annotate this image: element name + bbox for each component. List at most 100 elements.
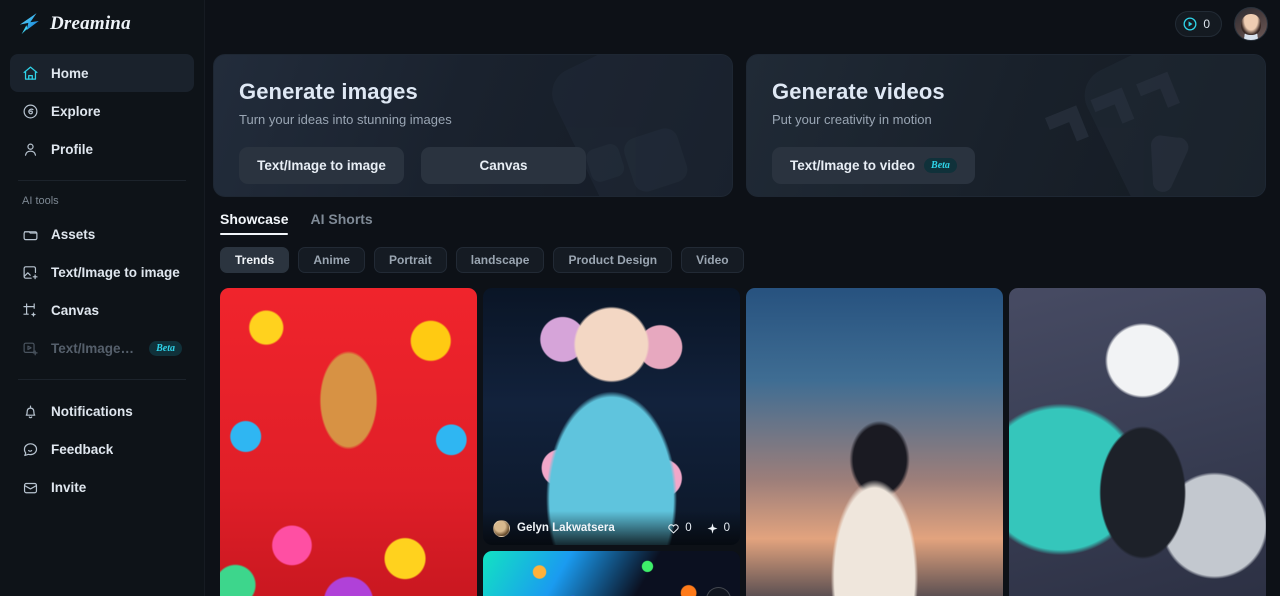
person-icon <box>22 141 39 158</box>
text-image-to-image-button[interactable]: Text/Image to image <box>239 147 404 184</box>
sidebar-item-feedback[interactable]: Feedback <box>10 430 194 468</box>
tab-label: Showcase <box>220 211 289 227</box>
brand-name: Dreamina <box>50 13 131 34</box>
chip-trends[interactable]: Trends <box>220 247 290 273</box>
chip-label: Portrait <box>389 253 432 267</box>
tab-ai-shorts[interactable]: AI Shorts <box>310 211 372 235</box>
author-name: Gelyn Lakwatsera <box>517 522 615 534</box>
sidebar-item-explore[interactable]: Explore <box>10 92 194 130</box>
sidebar-item-text-image-to-video[interactable]: Text/Image t... Beta <box>10 329 194 367</box>
app-root: Dreamina Home Explore Profile AI tools A… <box>0 0 1280 596</box>
gallery-column: Gelyn Lakwatsera 0 0 <box>483 288 740 596</box>
sidebar-item-label: Canvas <box>51 302 100 318</box>
sparkle-icon <box>707 522 718 534</box>
chip-label: Video <box>696 253 729 267</box>
chip-label: Product Design <box>568 253 658 267</box>
hero-subtitle: Put your creativity in motion <box>772 112 932 127</box>
sidebar-item-label: Text/Image to image <box>51 264 180 280</box>
image-plus-icon <box>22 264 39 281</box>
sidebar-item-profile[interactable]: Profile <box>10 130 194 168</box>
sidebar-item-invite[interactable]: Invite <box>10 468 194 506</box>
heart-icon <box>668 523 679 533</box>
sidebar-tools-nav: Assets Text/Image to image Canvas Text/I… <box>10 215 194 367</box>
hero-title: Generate images <box>239 79 418 104</box>
gallery-column <box>220 288 477 596</box>
like-count: 0 <box>685 522 692 534</box>
chip-label: Anime <box>313 253 351 267</box>
beta-badge: Beta <box>924 158 957 173</box>
tab-showcase[interactable]: Showcase <box>220 211 289 235</box>
gallery-column <box>746 288 1003 596</box>
avatar[interactable] <box>1234 7 1268 41</box>
gallery-card[interactable] <box>483 551 740 596</box>
sidebar-item-label: Home <box>51 65 89 81</box>
credit-coin-icon <box>1183 17 1197 31</box>
hero-cards: Generate images Turn your ideas into stu… <box>213 48 1266 197</box>
tab-label: AI Shorts <box>310 211 373 227</box>
card-stats: 0 0 <box>667 522 730 535</box>
chip-label: landscape <box>470 253 530 267</box>
content-scroll: Generate images Turn your ideas into stu… <box>205 0 1280 596</box>
canvas-frame-icon <box>22 302 39 319</box>
chip-video[interactable]: Video <box>681 247 744 273</box>
sidebar-item-text-image-to-image[interactable]: Text/Image to image <box>10 253 194 291</box>
gallery-card[interactable] <box>746 288 1003 596</box>
chip-landscape[interactable]: landscape <box>455 247 545 273</box>
gallery-card[interactable] <box>220 288 477 596</box>
button-label: Text/Image to image <box>257 158 386 173</box>
chip-anime[interactable]: Anime <box>298 247 366 273</box>
sidebar-item-label: Assets <box>51 226 96 242</box>
sidebar-primary-nav: Home Explore Profile <box>10 54 194 168</box>
filter-chips: Trends Anime Portrait landscape Product … <box>213 235 1266 273</box>
sidebar-item-label: Feedback <box>51 441 114 457</box>
sidebar-item-home[interactable]: Home <box>10 54 194 92</box>
sidebar-item-label: Text/Image t... <box>51 340 138 356</box>
sidebar-item-label: Profile <box>51 141 94 157</box>
sidebar-item-assets[interactable]: Assets <box>10 215 194 253</box>
sidebar-item-label: Explore <box>51 103 101 119</box>
gallery-card[interactable]: Gelyn Lakwatsera 0 0 <box>483 288 740 545</box>
bell-icon <box>22 403 39 420</box>
text-image-to-video-button[interactable]: Text/Image to video Beta <box>772 147 975 184</box>
play-badge[interactable] <box>706 587 731 596</box>
canvas-button[interactable]: Canvas <box>421 147 586 184</box>
sidebar-divider-bottom <box>18 379 186 380</box>
sidebar: Dreamina Home Explore Profile AI tools A… <box>0 0 205 596</box>
top-header: 0 <box>1175 0 1280 48</box>
hero-title: Generate videos <box>772 79 945 104</box>
generate-videos-card: Generate videos Put your creativity in m… <box>746 54 1266 197</box>
sidebar-item-canvas[interactable]: Canvas <box>10 291 194 329</box>
home-icon <box>22 65 39 82</box>
showcase-tabs: Showcase AI Shorts <box>213 197 1266 235</box>
author-avatar[interactable] <box>493 519 510 537</box>
beta-badge: Beta <box>149 340 182 356</box>
credits-badge[interactable]: 0 <box>1175 11 1222 37</box>
main-content: 0 Generate images Turn your ideas into s… <box>205 0 1280 596</box>
star-count: 0 <box>723 522 730 534</box>
chip-product-design[interactable]: Product Design <box>553 247 673 273</box>
sidebar-divider-top <box>18 180 186 181</box>
sidebar-item-notifications[interactable]: Notifications <box>10 392 194 430</box>
hero-buttons: Text/Image to video Beta <box>772 147 1265 184</box>
hero-buttons: Text/Image to image Canvas <box>239 147 732 184</box>
card-meta: Gelyn Lakwatsera 0 0 <box>483 511 740 545</box>
chat-bubble-icon <box>22 441 39 458</box>
like-stat[interactable]: 0 <box>667 522 692 535</box>
generate-images-card: Generate images Turn your ideas into stu… <box>213 54 733 197</box>
showcase-gallery: Gelyn Lakwatsera 0 0 <box>213 273 1266 596</box>
sidebar-section-label: AI tools <box>22 195 59 207</box>
chip-label: Trends <box>235 253 275 267</box>
chip-portrait[interactable]: Portrait <box>374 247 447 273</box>
video-plus-icon <box>22 340 39 357</box>
sparkle-star-icon <box>16 11 42 37</box>
brand[interactable]: Dreamina <box>10 0 194 48</box>
button-label: Canvas <box>479 158 528 173</box>
star-stat[interactable]: 0 <box>706 522 730 535</box>
gallery-card[interactable] <box>1009 288 1266 596</box>
sidebar-item-label: Invite <box>51 479 87 495</box>
button-label: Text/Image to video <box>790 158 916 173</box>
folder-icon <box>22 226 39 243</box>
gallery-column <box>1009 288 1266 596</box>
envelope-icon <box>22 479 39 496</box>
hero-subtitle: Turn your ideas into stunning images <box>239 112 452 127</box>
